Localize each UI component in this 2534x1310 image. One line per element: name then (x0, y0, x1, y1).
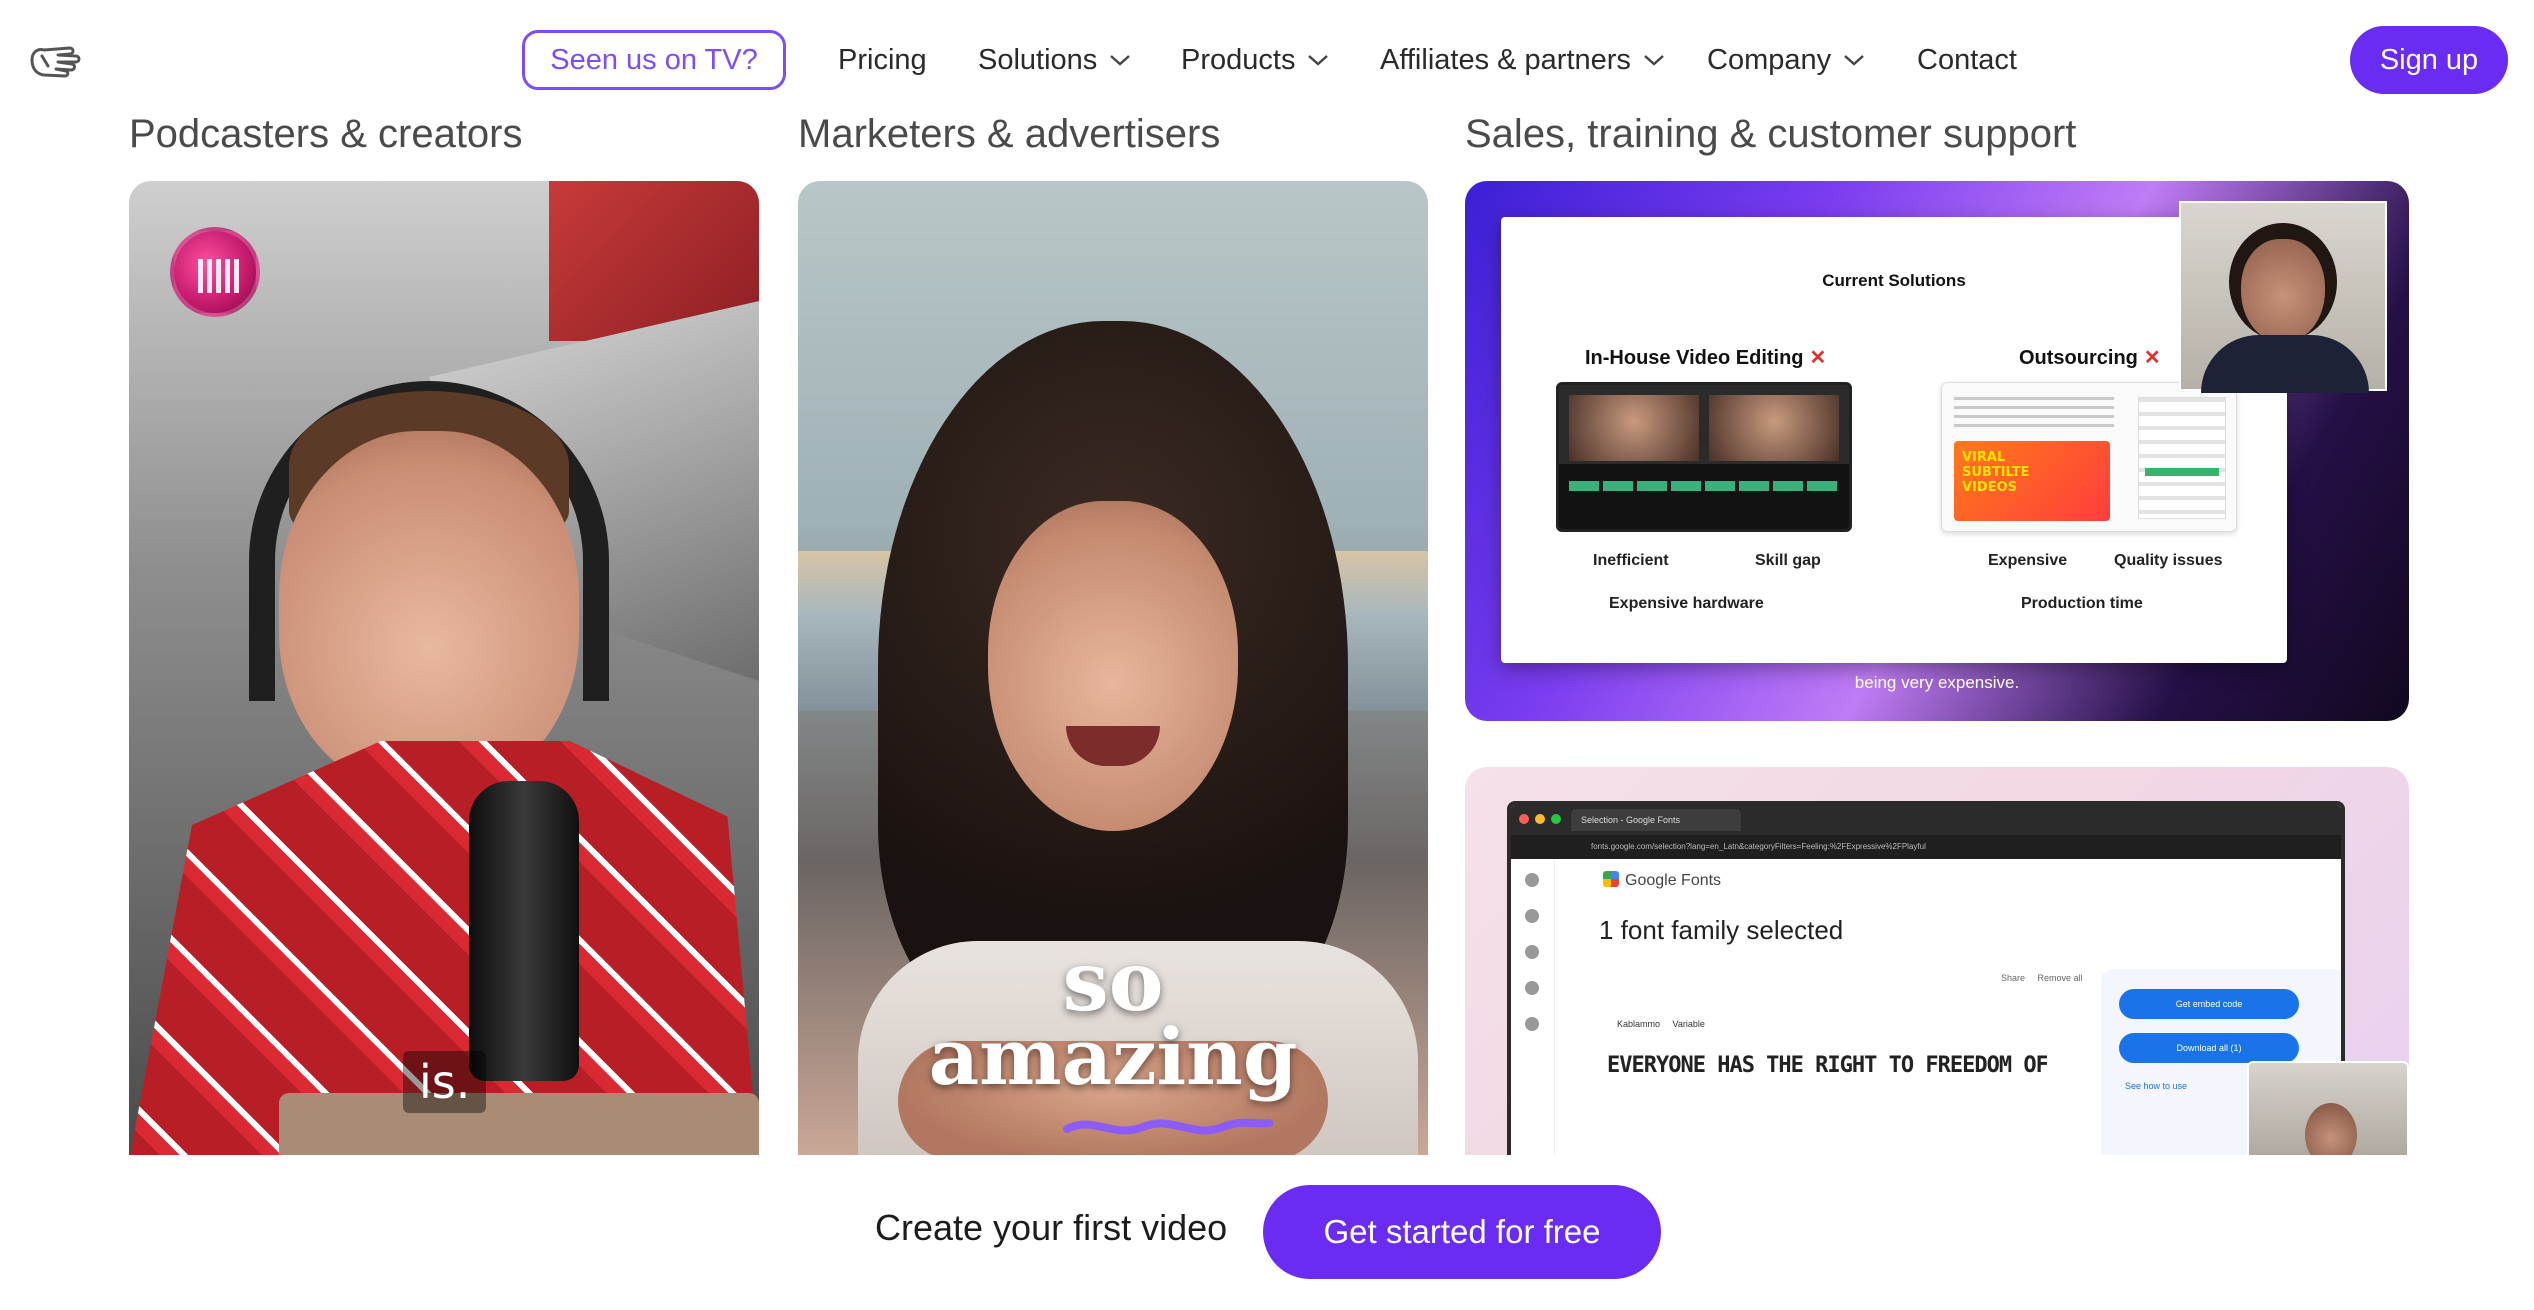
slide-label: Production time (2021, 595, 2143, 612)
download-all-button: Download all (1) (2119, 1033, 2299, 1063)
outsourcing-thumbnail: VIRAL SUBTILTE VIDEOS (1941, 382, 2237, 532)
nav-pricing-label: Pricing (838, 43, 927, 76)
google-fonts-logo-text: Google Fonts (1625, 872, 1722, 889)
marketer-face (988, 501, 1238, 831)
nav-affiliates-label: Affiliates & partners (1380, 43, 1631, 76)
pointing-hand-icon[interactable] (28, 38, 84, 82)
slide-label: Skill gap (1755, 552, 1821, 569)
chevron-down-icon (1644, 55, 1664, 66)
slide-title: Current Solutions (1822, 271, 1966, 290)
cross-icon: ✕ (2143, 347, 2161, 369)
chevron-down-icon (1844, 55, 1864, 66)
nav-products-label: Products (1181, 43, 1296, 76)
section-title-sales: Sales, training & customer support (1465, 112, 2077, 156)
get-started-button[interactable]: Get started for free (1263, 1185, 1661, 1279)
site-header: Seen us on TV? Pricing Solutions Product… (0, 0, 2534, 120)
slide-heading-outsourcing-text: Outsourcing (2019, 347, 2138, 369)
share-remove-row: Share Remove all (2001, 973, 2083, 983)
podcast-channel-avatar (170, 227, 260, 317)
microphone (469, 781, 579, 1081)
nav-pricing[interactable]: Pricing (838, 38, 927, 82)
cross-icon: ✕ (1809, 347, 1827, 369)
slide-heading-inhouse: In-House Video Editing ✕ (1585, 345, 1826, 370)
section-title-podcasters: Podcasters & creators (129, 112, 523, 156)
font-variable-tag: Variable (1672, 1019, 1705, 1029)
section-title-marketers: Marketers & advertisers (798, 112, 1221, 156)
viral-thumb-text: VIRAL SUBTILTE VIDEOS (1962, 450, 2030, 495)
chevron-down-icon (1308, 55, 1329, 66)
presentation-slide: Current Solutions In-House Video Editing… (1501, 217, 2287, 663)
video-caption: is. (403, 1051, 487, 1113)
slide-label: Quality issues (2114, 552, 2223, 569)
minimize-dot-icon (1535, 814, 1545, 824)
nav-company-label: Company (1707, 43, 1832, 76)
slide-label: Inefficient (1593, 552, 1669, 569)
nav-contact[interactable]: Contact (1917, 38, 2017, 82)
presenter-webcam (2179, 201, 2387, 393)
cta-text: Create your first video (875, 1207, 1228, 1248)
slide-heading-inhouse-text: In-House Video Editing (1585, 347, 1804, 369)
laptop (279, 1093, 759, 1155)
maximize-dot-icon (1551, 814, 1561, 824)
presenter-webcam (2247, 1061, 2409, 1155)
remove-all-label: Remove all (2037, 973, 2083, 983)
get-embed-code-button: Get embed code (2119, 989, 2299, 1019)
address-bar: fonts.google.com/selection?lang=en_Latn&… (1511, 835, 2341, 859)
chevron-down-icon (1110, 55, 1131, 66)
nav-affiliates[interactable]: Affiliates & partners (1380, 38, 1665, 82)
google-fonts-rail (1511, 859, 1555, 1155)
nav-company[interactable]: Company (1707, 38, 1865, 82)
sign-up-button[interactable]: Sign up (2350, 26, 2508, 94)
slide-heading-outsourcing: Outsourcing ✕ (2019, 345, 2161, 370)
video-editor-thumbnail (1556, 382, 1852, 532)
caption-word-so: so (1062, 934, 1164, 1030)
podcaster-face (279, 431, 579, 791)
podcaster-video-card[interactable]: is. (129, 181, 759, 1155)
nav-solutions-label: Solutions (978, 43, 1098, 76)
close-dot-icon (1519, 814, 1529, 824)
caption-word-amazing: amazing (928, 1012, 1298, 1103)
font-name-row: Kablammo Variable (1617, 1019, 1705, 1029)
share-label: Share (2001, 973, 2026, 983)
font-name: Kablammo (1617, 1019, 1661, 1029)
google-fonts-logo: Google Fonts (1603, 871, 1721, 890)
video-caption: being very expensive. (1854, 673, 2020, 692)
squiggle-underline (1063, 1118, 1273, 1135)
marketer-video-card[interactable]: so amazing (798, 181, 1428, 1155)
font-sample-text: EVERYONE HAS THE RIGHT TO FREEDOM OF T (1607, 1053, 2047, 1078)
sales-video-card[interactable]: Current Solutions In-House Video Editing… (1465, 181, 2409, 721)
nav-contact-label: Contact (1917, 43, 2017, 76)
selection-heading: 1 font family selected (1599, 915, 1844, 945)
see-how-to-use-link: See how to use (2125, 1081, 2188, 1091)
nav-products[interactable]: Products (1181, 38, 1329, 82)
browser-window: Selection - Google Fonts fonts.google.co… (1507, 801, 2345, 1155)
slide-label: Expensive hardware (1609, 595, 1764, 612)
nav-solutions[interactable]: Solutions (978, 38, 1131, 82)
slide-label: Expensive (1988, 552, 2068, 569)
seen-on-tv-button[interactable]: Seen us on TV? (522, 30, 786, 90)
browser-tab: Selection - Google Fonts (1571, 809, 1741, 831)
screen-recording-card[interactable]: Selection - Google Fonts fonts.google.co… (1465, 767, 2409, 1155)
browser-titlebar: Selection - Google Fonts (1511, 805, 2341, 835)
